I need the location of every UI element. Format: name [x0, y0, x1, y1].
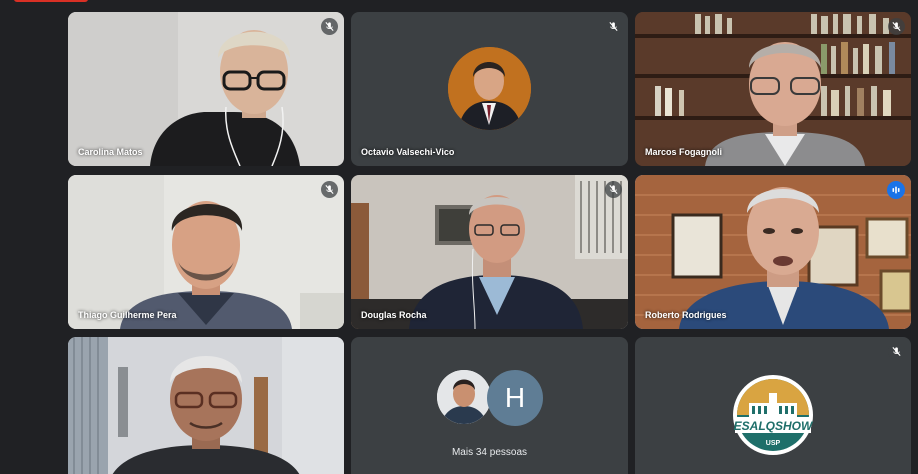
mic-off-icon [321, 181, 338, 198]
esalqshow-logo: ESALQSHOW USP [731, 373, 815, 457]
mic-off-icon [605, 181, 622, 198]
mic-off-icon [605, 18, 622, 35]
participant-video [351, 175, 628, 329]
participant-avatar [437, 370, 491, 424]
participant-tile-octavio-valsechi-vico[interactable]: Octavio Valsechi-Vico [351, 12, 628, 166]
profile-avatar [448, 47, 531, 130]
audio-level-icon [887, 181, 905, 199]
participant-tile-thiago-guilherme-pera[interactable]: Thiago Guilherme Pera [68, 175, 344, 329]
participant-name: Thiago Guilherme Pera [78, 310, 177, 320]
participant-name: Carolina Matos [78, 147, 143, 157]
participant-tile-carolina-matos[interactable]: Carolina Matos [68, 12, 344, 166]
participant-name: Marcos Fogagnoli [645, 147, 723, 157]
participant-tile-unnamed[interactable] [68, 337, 344, 474]
others-avatars: H [437, 370, 547, 426]
participant-video [68, 175, 344, 329]
participant-video [635, 12, 911, 166]
mic-off-icon [888, 18, 905, 35]
recording-indicator [14, 0, 88, 2]
participant-tile-logo[interactable]: ESALQSHOW USP [635, 337, 911, 474]
others-tile[interactable]: H Mais 34 pessoas [351, 337, 628, 474]
mic-off-icon [888, 343, 905, 360]
participant-tile-marcos-fogagnoli[interactable]: Marcos Fogagnoli [635, 12, 911, 166]
participant-video [635, 175, 911, 329]
others-count-label: Mais 34 pessoas [451, 447, 528, 458]
meeting-grid: Carolina Matos Octavio Valsechi-Vico Mar… [0, 0, 918, 474]
participant-tile-roberto-rodrigues[interactable]: Roberto Rodrigues [635, 175, 911, 329]
participant-name: Octavio Valsechi-Vico [361, 147, 455, 157]
participant-name: Roberto Rodrigues [645, 310, 727, 320]
mic-off-icon [321, 18, 338, 35]
logo-text: ESALQSHOW [734, 419, 814, 433]
participant-video [68, 12, 344, 166]
participant-tile-douglas-rocha[interactable]: Douglas Rocha [351, 175, 628, 329]
participant-name: Douglas Rocha [361, 310, 427, 320]
participant-video [68, 337, 344, 474]
letter-avatar: H [487, 370, 543, 426]
logo-subtitle: USP [766, 440, 781, 447]
